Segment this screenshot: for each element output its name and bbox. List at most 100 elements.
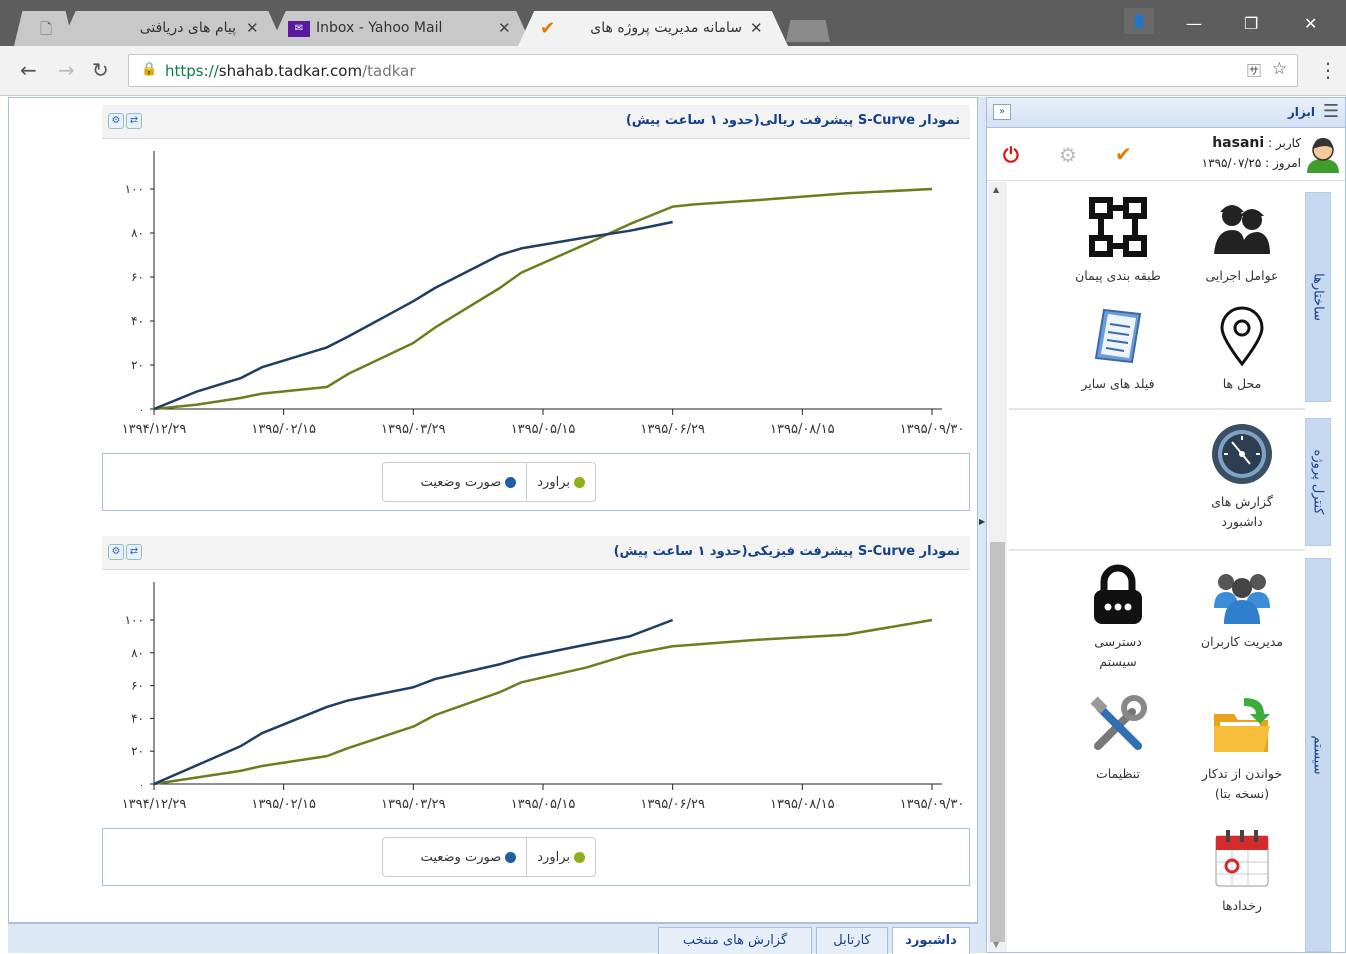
y-tick-label: ۴۰ xyxy=(131,711,144,725)
x-tick-label: ۱۳۹۵/۰۵/۱۵ xyxy=(511,797,576,812)
tab-cartable[interactable]: کارتابل xyxy=(816,927,888,954)
tile-dashboard-reports[interactable]: گزارش های داشبورد xyxy=(1187,422,1297,532)
x-tick-label: ۱۳۹۵/۰۸/۱۵ xyxy=(770,422,835,437)
legend-label: صورت وضعیت xyxy=(420,849,502,865)
tab-selected-reports[interactable]: گزارش های منتخب xyxy=(658,927,812,954)
bookmark-star-icon[interactable]: ☆ xyxy=(1272,59,1287,79)
y-tick-label: ۶۰ xyxy=(131,679,144,693)
sidebar-header: » ابزار ☰ xyxy=(987,98,1345,128)
section-tab-project-control[interactable]: کنترل پروژه xyxy=(1305,418,1331,546)
x-tick-label: ۱۳۹۴/۱۲/۲۹ xyxy=(122,422,187,437)
close-icon[interactable]: ✕ xyxy=(246,19,259,37)
settings-icon[interactable]: ⚙ xyxy=(108,544,124,560)
settings-icon[interactable]: ⚙ xyxy=(108,113,124,129)
close-icon[interactable]: ✕ xyxy=(498,19,511,37)
forward-icon[interactable]: → xyxy=(58,58,75,82)
back-icon[interactable]: ← xyxy=(20,58,37,82)
x-tick-label: ۱۳۹۵/۰۳/۲۹ xyxy=(381,422,446,437)
close-window-icon[interactable]: ✕ xyxy=(1304,14,1317,33)
panel-splitter[interactable]: ▶ xyxy=(978,97,986,953)
tile-contract-classification[interactable]: طبقه بندی پیمان xyxy=(1063,196,1173,286)
tile-label: گزارش های داشبورد xyxy=(1211,494,1273,529)
address-bar: ← → ↻ 🔒 https://shahab.tadkar.com/tadkar… xyxy=(0,46,1346,96)
series-line-planned xyxy=(153,187,933,411)
tile-user-management[interactable]: مدیریت کاربران xyxy=(1187,562,1297,652)
tab-dashboard[interactable]: داشبورد xyxy=(892,927,970,954)
legend-dot-actual xyxy=(505,851,517,863)
date-label: امروز : xyxy=(1265,156,1301,170)
tile-other-fields[interactable]: فیلد های سایر xyxy=(1063,304,1173,394)
legend-dot-planned xyxy=(574,851,585,863)
tab-title: سامانه مدیریت پروژه های xyxy=(590,20,742,36)
y-tick-label: ۶۰ xyxy=(131,270,144,284)
tools-icon xyxy=(1086,694,1150,758)
scrollbar-thumb[interactable] xyxy=(990,542,1005,942)
chart-legend: براورد صورت وضعیت xyxy=(382,837,596,877)
chart-header: ⚙ ⇄ نمودار S-Curve پیشرفت فیزیکی(حدود ۱ س… xyxy=(102,536,970,570)
close-icon[interactable]: ✕ xyxy=(750,19,763,37)
section-title: ساختارها xyxy=(1310,273,1326,321)
y-tick-label: ۰ xyxy=(139,781,144,791)
legend-item-actual[interactable]: صورت وضعیت xyxy=(411,838,528,876)
y-tick-label: ۱۰۰ xyxy=(125,182,144,196)
browser-tab-yahoo[interactable]: ✉ Inbox - Yahoo Mail ✕ xyxy=(270,11,532,46)
power-icon[interactable]: ⏻ xyxy=(1003,143,1019,167)
legend-item-actual[interactable]: صورت وضعیت xyxy=(411,463,528,501)
legend-box: براورد صورت وضعیت xyxy=(102,453,970,511)
tadkar-logo-icon[interactable]: ✔ xyxy=(1115,142,1132,166)
legend-item-planned[interactable]: براورد xyxy=(527,838,595,876)
profile-icon[interactable]: 👤 xyxy=(1124,8,1154,34)
browser-tabbar: 🗋 ✕ پیام های دریافتی ✉ Inbox - Yahoo Mai… xyxy=(0,0,1346,46)
tile-label: دسترسی سیستم xyxy=(1094,634,1142,669)
tile-label: مدیریت کاربران xyxy=(1200,634,1284,649)
refresh-icon[interactable]: ⇄ xyxy=(126,113,142,129)
chart-panel-financial: ⚙ ⇄ نمودار S-Curve پیشرفت ریالی(حدود ۱ سا… xyxy=(102,105,970,515)
x-tick-label: ۱۳۹۵/۰۲/۱۵ xyxy=(251,797,316,812)
tile-read-from-tadkar[interactable]: خواندن از تدکار (نسخه بتا) xyxy=(1187,694,1297,804)
reload-icon[interactable]: ↻ xyxy=(92,58,109,82)
restore-icon[interactable]: ❐ xyxy=(1244,14,1258,33)
hierarchy-icon xyxy=(1086,196,1150,260)
legend-item-planned[interactable]: براورد xyxy=(527,463,595,501)
tile-system-access[interactable]: دسترسی سیستم xyxy=(1063,562,1173,672)
tile-contractors[interactable]: عوامل اجرایی xyxy=(1187,196,1297,286)
section-tab-structures[interactable]: ساختارها xyxy=(1305,192,1331,402)
date-value: ۱۳۹۵/۰۷/۲۵ xyxy=(1201,156,1262,170)
y-tick-label: ۰ xyxy=(139,406,144,416)
scroll-down-icon[interactable]: ▼ xyxy=(993,940,999,949)
legend-dot-actual xyxy=(505,476,517,488)
collapse-sidebar-icon[interactable]: » xyxy=(993,104,1011,120)
dashboard-gauge-icon xyxy=(1210,422,1274,486)
tile-locations[interactable]: محل ها xyxy=(1187,304,1297,394)
y-tick-label: ۸۰ xyxy=(131,226,144,240)
user-info: کاربر : hasani امروز : ۱۳۹۵/۰۷/۲۵ ⏻ ⚙ ✔ xyxy=(987,129,1345,181)
tile-events[interactable]: رخدادها xyxy=(1187,826,1297,916)
sidebar-scrollbar[interactable]: ▲ ▼ xyxy=(988,182,1007,952)
scroll-up-icon[interactable]: ▲ xyxy=(993,185,999,194)
yahoo-mail-icon: ✉ xyxy=(288,21,310,37)
refresh-icon[interactable]: ⇄ xyxy=(126,544,142,560)
minimize-icon[interactable]: — xyxy=(1186,14,1202,33)
x-tick-label: ۱۳۹۵/۰۶/۲۹ xyxy=(640,797,705,812)
tile-settings[interactable]: تنظیمات xyxy=(1063,694,1173,784)
hamburger-icon[interactable]: ☰ xyxy=(1323,101,1339,122)
section-tab-system[interactable]: سیستم xyxy=(1305,558,1331,952)
browser-tab-tadkar[interactable]: ✔ سامانه مدیریت پروژه های ✕ xyxy=(518,11,788,46)
gear-icon[interactable]: ⚙ xyxy=(1059,143,1077,167)
user-label: کاربر : xyxy=(1268,136,1301,150)
new-tab-button[interactable] xyxy=(786,20,830,42)
menu-icon[interactable]: ⋮ xyxy=(1318,58,1338,82)
page-icon: 🗋 xyxy=(40,20,53,38)
y-tick-label: ۲۰ xyxy=(131,358,144,372)
collapse-arrow-icon[interactable]: ▶ xyxy=(979,517,985,526)
chart-title: نمودار S-Curve پیشرفت ریالی(حدود ۱ ساعت … xyxy=(625,113,960,128)
tile-label: محل ها xyxy=(1222,376,1262,391)
translate-icon[interactable]: 🈂 xyxy=(1247,61,1261,81)
tile-label: تنظیمات xyxy=(1095,766,1141,781)
y-tick-label: ۱۰۰ xyxy=(125,613,144,627)
y-tick-label: ۲۰ xyxy=(131,744,144,758)
url-input[interactable]: 🔒 https://shahab.tadkar.com/tadkar 🈂 ☆ xyxy=(128,54,1298,87)
date-line: امروز : ۱۳۹۵/۰۷/۲۵ xyxy=(1202,156,1301,170)
browser-tab-inbox-fa[interactable]: ✕ پیام های دریافتی xyxy=(60,11,284,46)
chart-legend: براورد صورت وضعیت xyxy=(382,462,596,502)
